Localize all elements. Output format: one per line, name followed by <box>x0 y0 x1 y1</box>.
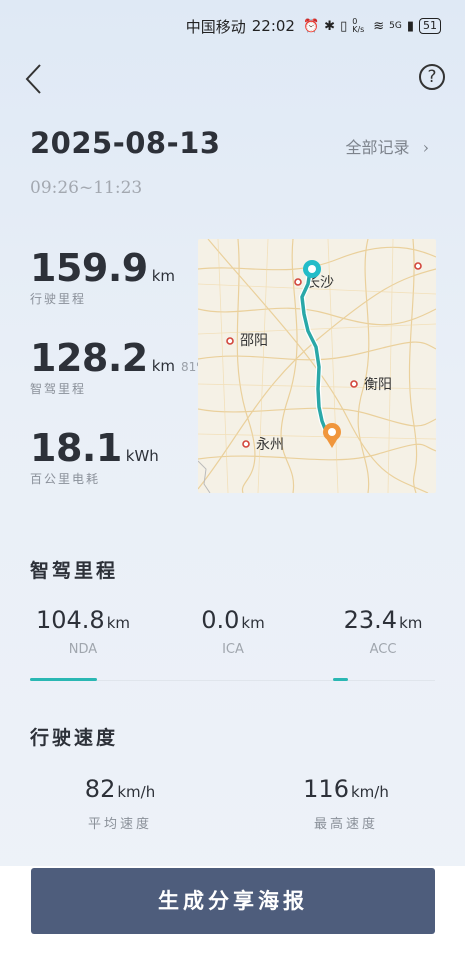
status-bar: 中国移动 22:02 ⏰ ✱ ▯ 0 K/s ≋ 5G ▮ 51 <box>0 0 465 52</box>
share-poster-button[interactable]: 生成分享海报 <box>31 868 435 934</box>
vibrate-icon: ▯ <box>340 18 348 34</box>
max-speed-value: 116 <box>303 775 349 803</box>
start-marker-icon <box>303 260 321 278</box>
carrier-label: 中国移动 <box>185 17 246 36</box>
signal-icon: ▮ <box>406 18 414 34</box>
smart-driving-nda: 104.8 km NDA <box>8 606 158 657</box>
alarm-icon: ⏰ <box>302 18 320 34</box>
back-button[interactable] <box>22 62 46 96</box>
status-icons: ⏰ ✱ ▯ 0 K/s ≋ 5G ▮ 51 <box>303 18 441 34</box>
stat-value: 159.9 <box>30 246 148 290</box>
max-speed-label: 最高速度 <box>313 817 378 832</box>
city-dot <box>242 440 250 448</box>
battery-icon: 51 <box>419 18 441 34</box>
time-range: 09:26~11:23 <box>30 178 143 198</box>
wifi-icon: ≋ <box>373 18 385 34</box>
avg-speed-unit: km/h <box>117 783 156 801</box>
city-dot <box>414 262 422 270</box>
ica-value: 0.0 <box>201 606 240 634</box>
stat-label: 智驾里程 <box>30 382 87 396</box>
ica-unit: km <box>241 614 265 632</box>
acc-share-bar <box>333 678 348 681</box>
stat-value: 128.2 <box>30 336 148 380</box>
trip-date: 2025-08-13 <box>30 126 221 160</box>
chevron-right-icon: › <box>422 138 429 157</box>
max-speed-unit: km/h <box>350 783 389 801</box>
nda-value: 104.8 <box>35 606 105 634</box>
city-dot <box>226 337 234 345</box>
all-records-label: 全部记录 <box>345 138 410 157</box>
clock: 22:02 <box>251 17 295 35</box>
avg-speed-value: 82 <box>84 775 116 803</box>
city-dot <box>350 380 358 388</box>
city-label-shaoyang: 邵阳 <box>240 333 268 349</box>
stat-unit: km <box>151 267 176 285</box>
speed-max: 116 km/h 最高速度 <box>256 775 436 832</box>
avg-speed-label: 平均速度 <box>87 817 152 832</box>
stat-label: 行驶里程 <box>30 292 87 306</box>
acc-value: 23.4 <box>343 606 398 634</box>
all-records-link[interactable]: 全部记录 › <box>345 134 429 158</box>
nda-label: NDA <box>68 642 98 657</box>
smart-driving-acc: 23.4 km ACC <box>308 606 458 657</box>
speed-title: 行驶速度 <box>30 727 119 749</box>
smart-driving-title: 智驾里程 <box>30 560 119 582</box>
map-canvas: 长沙 邵阳 衡阳 永州 <box>198 239 436 493</box>
stat-driving-distance: 159.9 km 行驶里程 <box>30 246 175 307</box>
stat-energy-consumption: 18.1 kWh 百公里电耗 <box>30 426 159 487</box>
route-map[interactable]: 长沙 邵阳 衡阳 永州 <box>198 239 436 493</box>
acc-label: ACC <box>369 642 397 657</box>
nav-bar: ? <box>0 58 465 98</box>
stat-label: 百公里电耗 <box>30 472 101 486</box>
city-dot <box>294 278 302 286</box>
stat-value: 18.1 <box>30 426 122 470</box>
nda-unit: km <box>106 614 131 632</box>
question-icon: ? <box>427 67 437 87</box>
network-type: 5G <box>389 21 402 31</box>
bluetooth-icon: ✱ <box>324 18 336 34</box>
stat-unit: kWh <box>125 447 159 465</box>
ica-label: ICA <box>222 642 244 657</box>
city-label-hengyang: 衡阳 <box>364 377 392 393</box>
stat-unit: km <box>151 357 176 375</box>
help-button[interactable]: ? <box>419 64 445 90</box>
speed-average: 82 km/h 平均速度 <box>30 775 210 832</box>
nda-share-bar <box>30 678 97 681</box>
net-speed: 0 K/s <box>352 17 365 34</box>
acc-unit: km <box>399 614 423 632</box>
stat-smart-distance: 128.2 km 81% 智驾里程 <box>30 336 208 397</box>
smart-driving-ica: 0.0 km ICA <box>158 606 308 657</box>
end-marker-icon <box>323 423 341 448</box>
chevron-left-icon <box>25 64 41 94</box>
city-label-yongzhou: 永州 <box>256 437 284 453</box>
